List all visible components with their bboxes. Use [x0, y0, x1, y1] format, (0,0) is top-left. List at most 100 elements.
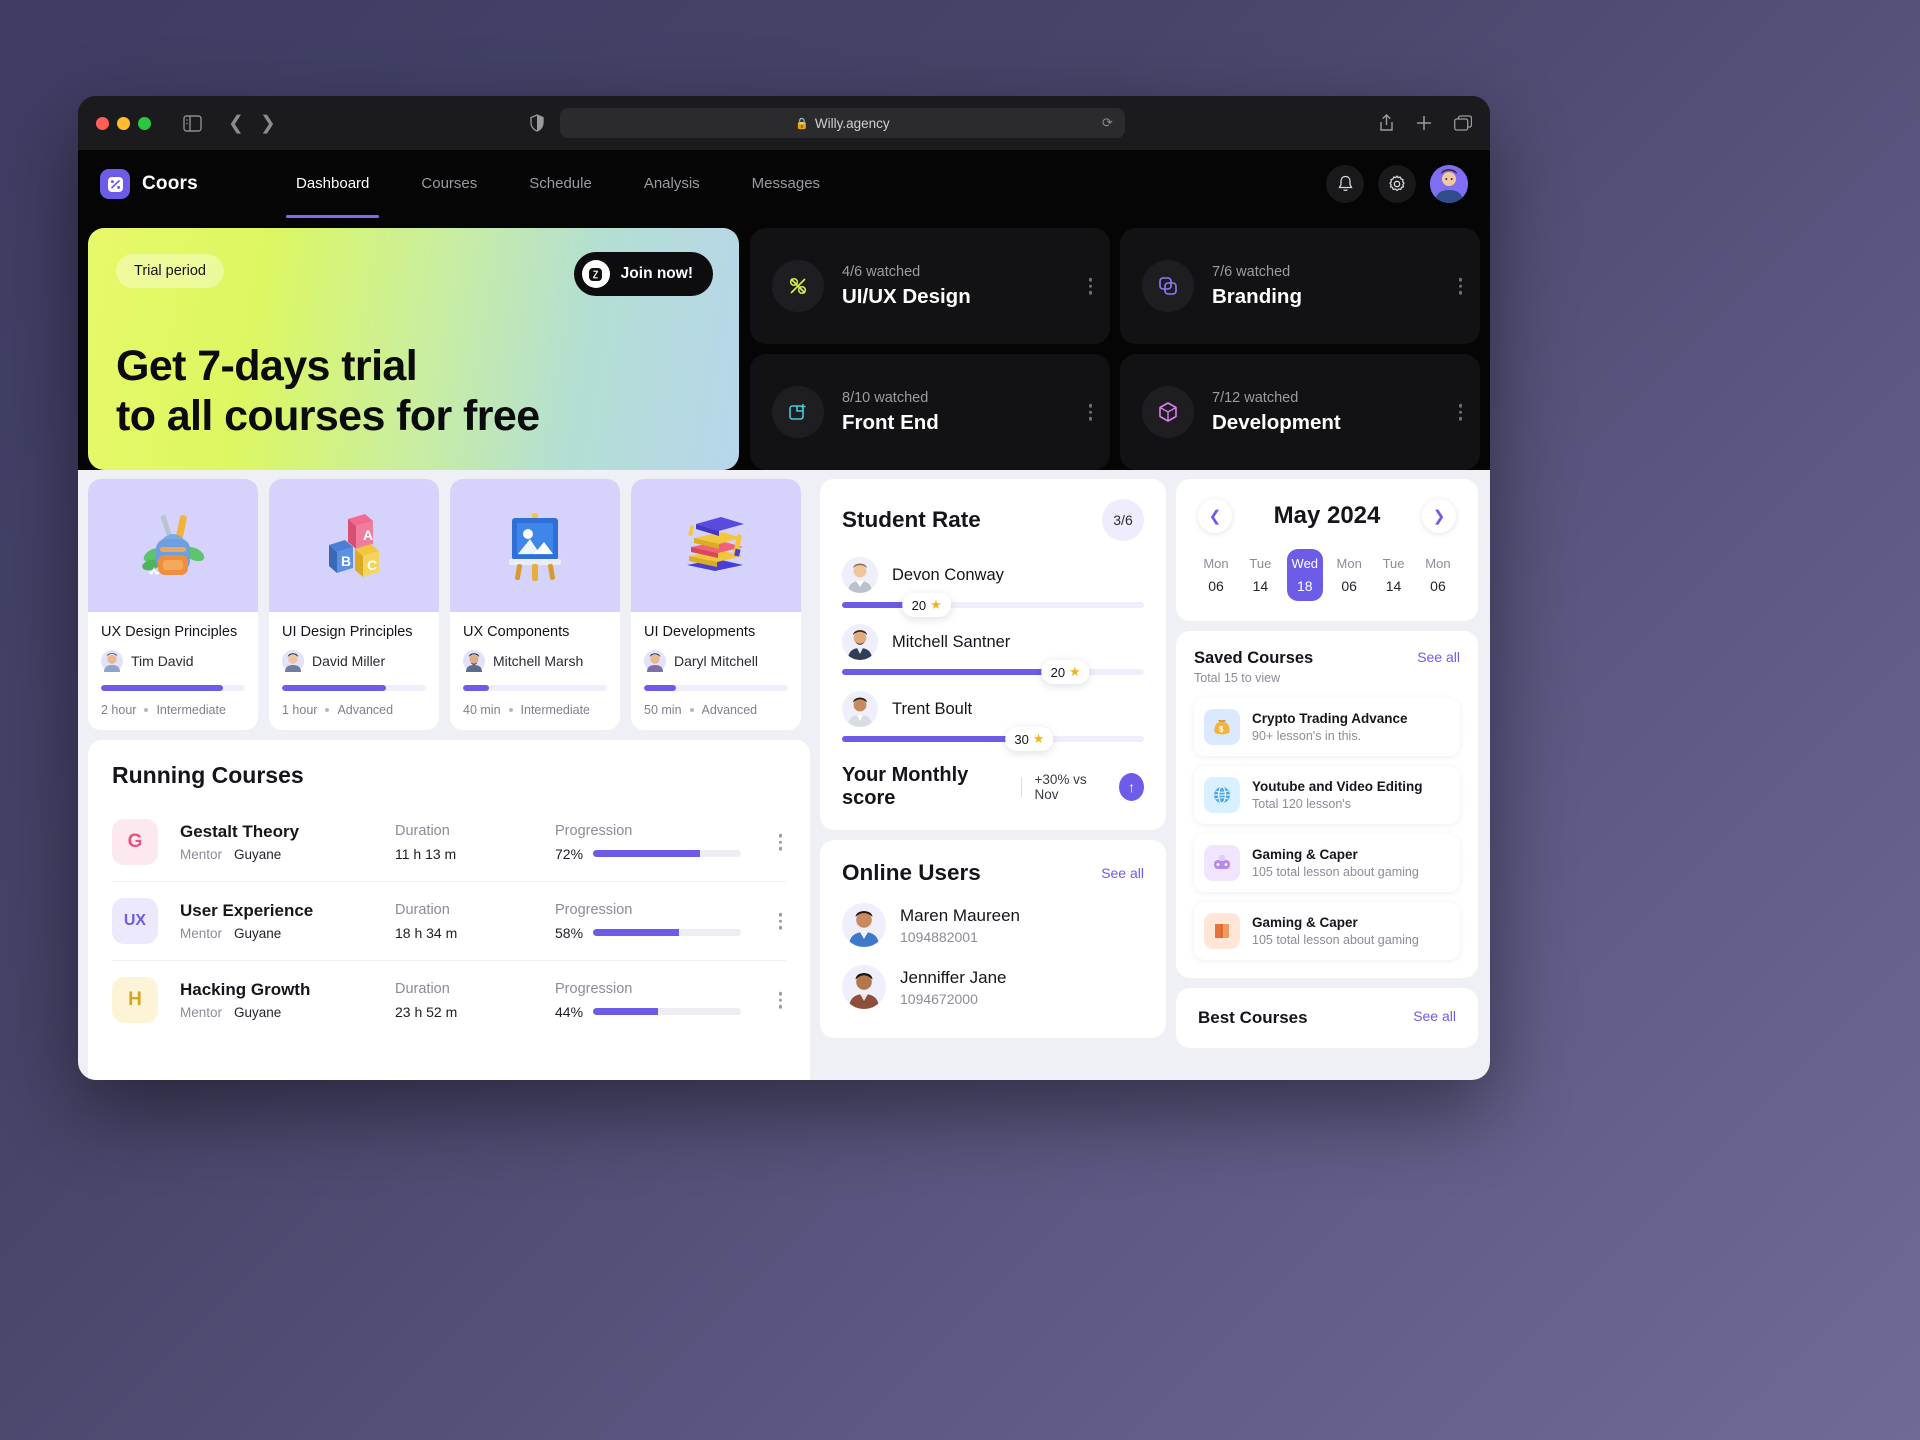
online-users-see-all[interactable]: See all — [1101, 865, 1144, 881]
stat-title: Branding — [1212, 284, 1302, 308]
join-now-button[interactable]: Join now! — [573, 252, 713, 296]
share-icon[interactable] — [1379, 114, 1394, 132]
more-options-icon[interactable] — [1088, 275, 1092, 298]
user-id: 1094672000 — [900, 990, 978, 1007]
stat-card-development[interactable]: 7/12 watched Development — [1120, 354, 1480, 470]
course-card[interactable]: UI Developments Daryl Mitchell 50 min Ad… — [631, 479, 801, 730]
course-progress-bar — [463, 685, 607, 691]
more-options-icon[interactable] — [778, 831, 782, 854]
monthly-delta: +30% vs Nov — [1034, 772, 1087, 802]
calendar-day[interactable]: Mon 06 — [1420, 549, 1456, 601]
tab-dashboard[interactable]: Dashboard — [270, 150, 395, 218]
table-row[interactable]: UX User Experience Mentor Guyane Duration… — [112, 882, 786, 961]
table-row[interactable]: G Gestalt Theory Mentor Guyane Duration 1… — [112, 803, 786, 882]
saved-courses-see-all[interactable]: See all — [1417, 649, 1460, 665]
browser-window: ❮ ❯ 🔒 Willy.agency ⟳ Coors Dashboard Cou… — [78, 96, 1490, 1080]
close-window-button[interactable] — [96, 116, 109, 130]
calendar-day[interactable]: Tue 14 — [1242, 549, 1278, 601]
course-card[interactable]: UX Design Principles Tim David 2 hour In… — [88, 479, 258, 730]
more-options-icon[interactable] — [1458, 275, 1462, 298]
list-item[interactable]: Maren Maureen 1094882001 — [842, 894, 1144, 956]
stat-watched: 7/6 watched — [1212, 263, 1291, 280]
trial-banner: Trial period Join now! Get 7-days trial t… — [88, 228, 739, 470]
progress-label: 72% — [555, 845, 584, 862]
course-mentor: Tim David — [131, 653, 194, 669]
student-avatar — [842, 557, 878, 593]
forward-arrow-icon[interactable]: ❯ — [260, 112, 276, 135]
list-item[interactable]: Trent Boult 30 ★ — [842, 691, 1144, 751]
list-item[interactable]: Youtube and Video Editing Total 120 less… — [1194, 766, 1460, 824]
gear-icon[interactable] — [1378, 165, 1416, 203]
course-level: Advanced — [701, 703, 758, 717]
progression-header: Progression — [555, 980, 633, 997]
best-courses-title: Best Courses — [1198, 1008, 1308, 1027]
middle-column: Student Rate 3/6 Devon Conway 20 ★ Mitch… — [820, 479, 1166, 1080]
address-bar[interactable]: 🔒 Willy.agency ⟳ — [559, 108, 1125, 138]
monthly-score-row: Your Monthly score +30% vs Nov ↑ — [842, 758, 1144, 810]
chevron-left-icon[interactable]: ❮ — [1198, 499, 1232, 533]
best-courses-panel: Best Courses See all — [1176, 988, 1478, 1048]
list-item[interactable]: Jenniffer Jane 1094672000 — [842, 956, 1144, 1018]
monthly-score-label: Your Monthly score — [842, 764, 969, 809]
window-controls[interactable] — [96, 116, 151, 130]
calendar-day[interactable]: Mon 06 — [1331, 549, 1367, 601]
course-meta: 40 min Intermediate — [463, 703, 607, 717]
tab-analysis[interactable]: Analysis — [618, 150, 726, 218]
calendar-day[interactable]: Mon 06 — [1198, 549, 1234, 601]
tab-courses[interactable]: Courses — [395, 150, 503, 218]
best-courses-see-all[interactable]: See all — [1413, 1008, 1456, 1024]
more-options-icon[interactable] — [1088, 401, 1092, 424]
avatar[interactable] — [1430, 165, 1468, 203]
stat-card-uiux[interactable]: 4/6 watched UI/UX Design — [750, 228, 1110, 344]
student-name: Devon Conway — [892, 565, 1004, 584]
stat-watched: 4/6 watched — [842, 263, 921, 280]
more-options-icon[interactable] — [1458, 401, 1462, 424]
student-rate-badge: 3/6 — [1102, 499, 1144, 541]
more-options-icon[interactable] — [778, 910, 782, 933]
student-score-track: 30 ★ — [842, 727, 1144, 751]
sidebar-toggle-icon[interactable] — [183, 114, 202, 132]
brand[interactable]: Coors — [100, 169, 248, 199]
chevron-right-icon[interactable]: ❯ — [1422, 499, 1456, 533]
stat-card-branding[interactable]: 7/6 watched Branding — [1120, 228, 1480, 344]
shield-icon[interactable] — [530, 114, 544, 132]
duration-value: 23 h 52 m — [395, 1003, 458, 1020]
more-options-icon[interactable] — [778, 989, 782, 1012]
progression-header: Progression — [555, 901, 633, 918]
course-meta: 2 hour Intermediate — [101, 703, 245, 717]
calendar-panel: ❮ May 2024 ❯ Mon 06 Tue 14 Wed 18 Mon 06 Tue… — [1176, 479, 1478, 621]
lock-icon: 🔒 — [795, 117, 809, 130]
saved-course-sub: 105 total lesson about gaming — [1252, 865, 1419, 879]
day-name: Wed — [1291, 556, 1319, 571]
list-item[interactable]: $ Crypto Trading Advance 90+ lesson's in… — [1194, 698, 1460, 756]
list-item[interactable]: Gaming & Caper 105 total lesson about ga… — [1194, 902, 1460, 960]
list-item[interactable]: Mitchell Santner 20 ★ — [842, 624, 1144, 684]
bell-icon[interactable] — [1326, 165, 1364, 203]
saved-course-sub: 105 total lesson about gaming — [1252, 933, 1419, 947]
reload-icon[interactable]: ⟳ — [1102, 115, 1113, 131]
course-title: UI Developments — [644, 624, 756, 640]
minimize-window-button[interactable] — [117, 116, 130, 130]
table-row[interactable]: H Hacking Growth Mentor Guyane Duration 2… — [112, 961, 786, 1039]
saved-course-title: Gaming & Caper — [1252, 915, 1358, 930]
back-arrow-icon[interactable]: ❮ — [228, 112, 244, 135]
arrow-up-icon[interactable]: ↑ — [1118, 773, 1144, 801]
list-item[interactable]: Devon Conway 20 ★ — [842, 557, 1144, 617]
list-item[interactable]: Gaming & Caper 105 total lesson about ga… — [1194, 834, 1460, 892]
tabs-overview-icon[interactable] — [1454, 115, 1472, 131]
student-score-track: 20 ★ — [842, 660, 1144, 684]
calendar-day[interactable]: Tue 14 — [1376, 549, 1412, 601]
course-card[interactable]: UX Components Mitchell Marsh 40 min Inte… — [450, 479, 620, 730]
hero-title: Get 7-days trial to all courses for free — [116, 341, 540, 442]
course-card[interactable]: A B C UI Design Principles David Miller … — [269, 479, 439, 730]
stat-card-frontend[interactable]: 8/10 watched Front End — [750, 354, 1110, 470]
tab-messages[interactable]: Messages — [726, 150, 846, 218]
plus-icon[interactable] — [1416, 115, 1432, 131]
mentor-label: Mentor — [180, 926, 223, 941]
ticket-icon — [581, 260, 610, 288]
user-name: Jenniffer Jane — [900, 967, 1007, 987]
maximize-window-button[interactable] — [138, 116, 151, 130]
tab-schedule[interactable]: Schedule — [503, 150, 618, 218]
course-name: User Experience — [180, 901, 314, 920]
calendar-day-selected[interactable]: Wed 18 — [1286, 549, 1323, 601]
